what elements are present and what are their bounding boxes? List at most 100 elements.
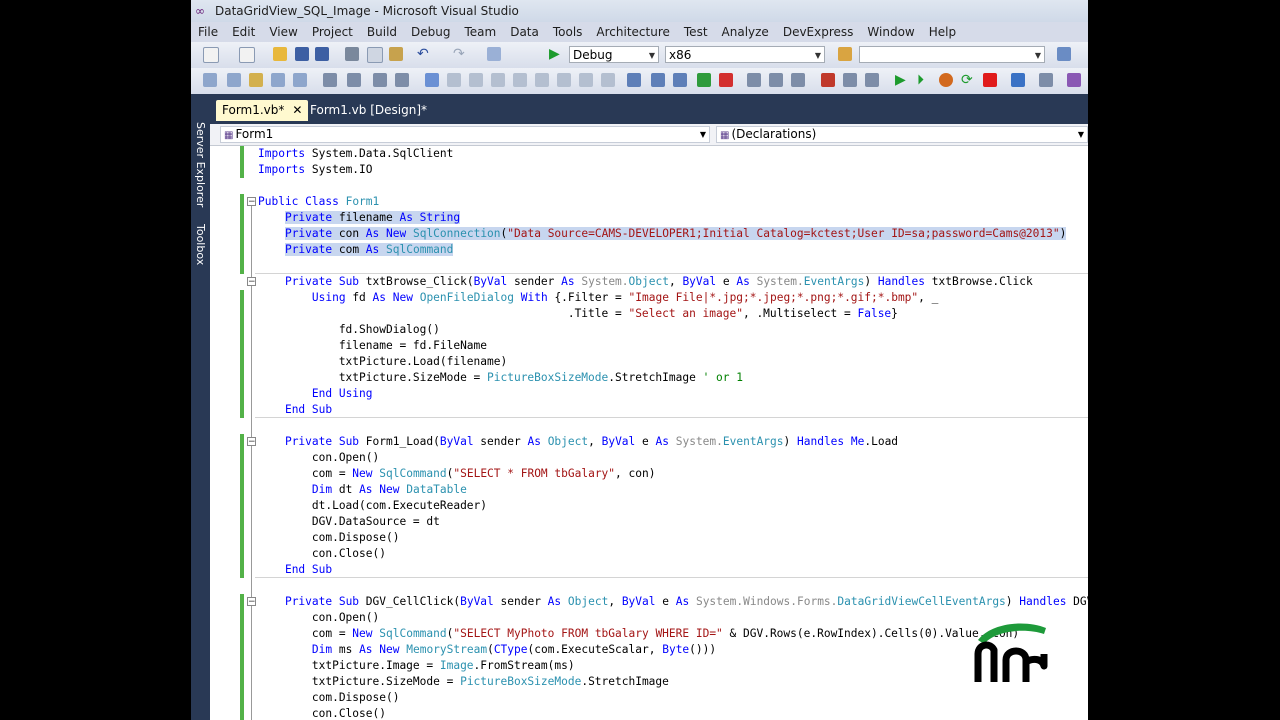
toolbar-icon[interactable] bbox=[719, 73, 733, 87]
types-dropdown[interactable]: ▦ Form1 ▼ bbox=[220, 126, 710, 143]
code-line[interactable]: Private con As New SqlConnection("Data S… bbox=[258, 226, 1088, 242]
code-line[interactable]: txtPicture.Image = Image.FromStream(ms) bbox=[258, 658, 1088, 674]
code-line[interactable] bbox=[258, 578, 1088, 594]
menu-analyze[interactable]: Analyze bbox=[715, 25, 776, 39]
toolbar-icon[interactable] bbox=[1011, 73, 1025, 87]
code-line[interactable]: dt.Load(com.ExecuteReader) bbox=[258, 498, 1088, 514]
code-line[interactable]: txtPicture.Load(filename) bbox=[258, 354, 1088, 370]
code-line[interactable]: Public Class Form1 bbox=[258, 194, 1088, 210]
menu-test[interactable]: Test bbox=[677, 25, 715, 39]
undo-icon[interactable]: ↶ bbox=[417, 47, 431, 61]
new-project-icon[interactable] bbox=[203, 47, 219, 63]
collapse-toggle[interactable]: − bbox=[247, 597, 256, 607]
code-line[interactable] bbox=[258, 418, 1088, 434]
menu-data[interactable]: Data bbox=[503, 25, 546, 39]
menu-team[interactable]: Team bbox=[457, 25, 503, 39]
outdent-icon[interactable] bbox=[347, 73, 361, 87]
menu-tools[interactable]: Tools bbox=[546, 25, 590, 39]
add-item-icon[interactable] bbox=[239, 47, 255, 63]
collapse-toggle[interactable]: − bbox=[247, 437, 256, 447]
code-line[interactable]: com = New SqlCommand("SELECT MyPhoto FRO… bbox=[258, 626, 1088, 642]
code-line[interactable]: End Using bbox=[258, 386, 1088, 402]
code-line[interactable]: Private com As SqlCommand bbox=[258, 242, 1088, 258]
code-line[interactable]: Using fd As New OpenFileDialog With {.Fi… bbox=[258, 290, 1088, 306]
tab-form1-design[interactable]: Form1.vb [Design]* bbox=[304, 100, 433, 121]
menu-devexpress[interactable]: DevExpress bbox=[776, 25, 861, 39]
toolbar-icon[interactable] bbox=[651, 73, 665, 87]
align-left-icon[interactable] bbox=[747, 73, 761, 87]
code-line[interactable]: Private Sub txtBrowse_Click(ByVal sender… bbox=[258, 274, 1088, 290]
code-editor[interactable]: − − − − Imports System.Data.SqlClient Imp… bbox=[210, 146, 1088, 720]
indent-icon[interactable] bbox=[323, 73, 337, 87]
code-line[interactable]: com = New SqlCommand("SELECT * FROM tbGa… bbox=[258, 466, 1088, 482]
code-line[interactable]: con.Open() bbox=[258, 610, 1088, 626]
toolbar-icon[interactable] bbox=[469, 73, 483, 87]
save-icon[interactable] bbox=[295, 47, 309, 61]
toolbar-icon[interactable] bbox=[491, 73, 505, 87]
code-line[interactable] bbox=[258, 258, 1088, 274]
menu-debug[interactable]: Debug bbox=[404, 25, 457, 39]
code-line[interactable]: com.Dispose() bbox=[258, 690, 1088, 706]
code-line[interactable]: filename = fd.FileName bbox=[258, 338, 1088, 354]
toolbar-icon[interactable] bbox=[697, 73, 711, 87]
stop-icon[interactable] bbox=[983, 73, 997, 87]
toolbar-icon[interactable] bbox=[293, 73, 307, 87]
start-debug-icon[interactable]: ▶ bbox=[549, 47, 563, 61]
toolbox-tab[interactable]: Toolbox bbox=[193, 224, 208, 265]
code-line[interactable]: Private Sub Form1_Load(ByVal sender As O… bbox=[258, 434, 1088, 450]
find-icon[interactable] bbox=[838, 47, 852, 61]
breakpoint-icon[interactable] bbox=[939, 73, 953, 87]
toolbar-icon[interactable] bbox=[557, 73, 571, 87]
tab-form1-vb[interactable]: Form1.vb* ✕ bbox=[216, 100, 309, 121]
bookmark-icon[interactable] bbox=[425, 73, 439, 87]
menu-build[interactable]: Build bbox=[360, 25, 404, 39]
code-line[interactable]: .Title = "Select an image", .Multiselect… bbox=[258, 306, 1088, 322]
toolbar-icon[interactable] bbox=[865, 73, 879, 87]
code-line[interactable]: Imports System.Data.SqlClient bbox=[258, 146, 1088, 162]
navigate-icon[interactable] bbox=[487, 47, 501, 61]
platform-dropdown[interactable]: x86 ▼ bbox=[665, 46, 825, 63]
cut-icon[interactable] bbox=[345, 47, 359, 61]
collapse-toggle[interactable]: − bbox=[247, 277, 256, 287]
toolbar-icon[interactable] bbox=[535, 73, 549, 87]
toolbar-icon[interactable] bbox=[271, 73, 285, 87]
members-dropdown[interactable]: ▦ (Declarations) ▼ bbox=[716, 126, 1088, 143]
code-line[interactable]: con.Close() bbox=[258, 546, 1088, 562]
toolbar-icon[interactable] bbox=[821, 73, 835, 87]
toolbar-icon[interactable] bbox=[249, 73, 263, 87]
menu-edit[interactable]: Edit bbox=[225, 25, 262, 39]
toolbar-icon[interactable] bbox=[1039, 73, 1053, 87]
code-line[interactable]: End Sub bbox=[258, 562, 1088, 578]
open-file-icon[interactable] bbox=[273, 47, 287, 61]
menu-help[interactable]: Help bbox=[922, 25, 963, 39]
code-line[interactable]: Private Sub DGV_CellClick(ByVal sender A… bbox=[258, 594, 1088, 610]
code-line[interactable]: txtPicture.SizeMode = PictureBoxSizeMode… bbox=[258, 370, 1088, 386]
code-line[interactable]: con.Close() bbox=[258, 706, 1088, 720]
code-line[interactable]: fd.ShowDialog() bbox=[258, 322, 1088, 338]
paste-icon[interactable] bbox=[389, 47, 403, 61]
menu-view[interactable]: View bbox=[262, 25, 304, 39]
save-all-icon[interactable] bbox=[315, 47, 329, 61]
code-line[interactable]: Imports System.IO bbox=[258, 162, 1088, 178]
code-line[interactable] bbox=[258, 178, 1088, 194]
align-right-icon[interactable] bbox=[791, 73, 805, 87]
code-line[interactable]: End Sub bbox=[258, 402, 1088, 418]
solution-explorer-icon[interactable] bbox=[1057, 47, 1071, 61]
close-icon[interactable]: ✕ bbox=[292, 103, 302, 117]
toolbar-icon[interactable] bbox=[203, 73, 217, 87]
find-combo[interactable]: ▼ bbox=[859, 46, 1045, 63]
code-line[interactable]: Dim dt As New DataTable bbox=[258, 482, 1088, 498]
redo-icon[interactable]: ↷ bbox=[453, 47, 467, 61]
toolbar-icon[interactable] bbox=[227, 73, 241, 87]
menu-project[interactable]: Project bbox=[305, 25, 360, 39]
toolbar-icon[interactable] bbox=[673, 73, 687, 87]
restart-icon[interactable]: ⟳ bbox=[961, 73, 975, 87]
comment-icon[interactable] bbox=[373, 73, 387, 87]
toolbar-icon[interactable] bbox=[513, 73, 527, 87]
toolbar-icon[interactable] bbox=[447, 73, 461, 87]
toolbar-icon[interactable] bbox=[627, 73, 641, 87]
collapse-toggle[interactable]: − bbox=[247, 197, 256, 207]
code-line[interactable]: con.Open() bbox=[258, 450, 1088, 466]
align-center-icon[interactable] bbox=[769, 73, 783, 87]
code-line[interactable]: DGV.DataSource = dt bbox=[258, 514, 1088, 530]
